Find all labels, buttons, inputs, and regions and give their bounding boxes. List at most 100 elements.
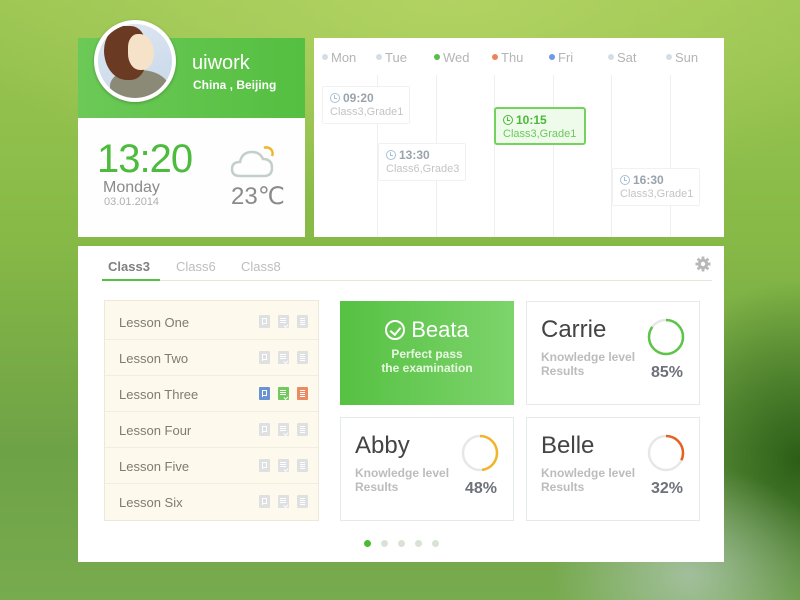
student-percent: 32% <box>651 480 684 497</box>
calendar-event[interactable]: 10:15 Class3,Grade1 <box>494 107 586 145</box>
temperature: 23℃ <box>231 183 285 210</box>
day-dot <box>549 54 555 60</box>
day-header-thu[interactable]: Thu <box>492 50 523 65</box>
pass-card[interactable]: Beata Perfect pass the examination <box>340 301 514 405</box>
list-doc-icon[interactable] <box>297 459 308 472</box>
checked-doc-icon[interactable] <box>278 423 289 436</box>
event-time: 13:30 <box>386 148 465 162</box>
day-label-text: Mon <box>331 50 357 65</box>
pass-description: Perfect pass the examination <box>340 347 514 375</box>
lesson-row[interactable]: Lesson Two <box>105 340 318 376</box>
day-dot <box>322 54 328 60</box>
calendar-event[interactable]: 13:30 Class6,Grade3 <box>378 143 466 181</box>
progress-ring <box>461 434 499 472</box>
student-subtitle: Knowledge level Results <box>541 466 635 494</box>
day-header-tue[interactable]: Tue <box>376 50 407 65</box>
page-dot[interactable] <box>415 540 422 547</box>
day-header-sat[interactable]: Sat <box>608 50 637 65</box>
event-time: 10:15 <box>503 113 584 127</box>
lesson-icons <box>259 459 308 472</box>
day-dot <box>608 54 614 60</box>
lesson-icons <box>259 315 308 328</box>
day-header-mon[interactable]: Mon <box>322 50 356 65</box>
page-dot[interactable] <box>364 540 371 547</box>
pagination <box>364 540 439 547</box>
checked-doc-icon[interactable] <box>278 459 289 472</box>
lesson-icons <box>259 423 308 436</box>
day-dot <box>666 54 672 60</box>
day-dot <box>492 54 498 60</box>
current-day: Monday <box>103 179 160 196</box>
day-label-text: Tue <box>385 50 407 65</box>
checked-doc-icon[interactable] <box>278 315 289 328</box>
tab-class6[interactable]: Class6 <box>176 259 216 274</box>
avatar-image <box>98 24 172 98</box>
lesson-name: Lesson Four <box>119 423 192 438</box>
student-name: Abby <box>355 432 410 459</box>
day-label-text: Wed <box>443 50 470 65</box>
lesson-name: Lesson Three <box>119 387 199 402</box>
day-label-text: Sat <box>617 50 637 65</box>
day-header-fri[interactable]: Fri <box>549 50 573 65</box>
preview-doc-icon[interactable] <box>259 351 270 364</box>
partly-cloudy-icon <box>230 146 274 178</box>
pass-title: Beata <box>385 317 469 343</box>
preview-doc-icon[interactable] <box>259 387 270 400</box>
day-header-wed[interactable]: Wed <box>434 50 470 65</box>
calendar-event[interactable]: 16:30 Class3,Grade1 <box>612 168 700 206</box>
knowledge-label: Knowledge level <box>541 350 636 364</box>
student-card[interactable]: Carrie Knowledge level Results 85% <box>526 301 700 405</box>
pass-line-2: the examination <box>381 361 473 375</box>
day-header-sun[interactable]: Sun <box>666 50 698 65</box>
lesson-row[interactable]: Lesson Three <box>105 376 318 412</box>
results-label: Results <box>541 364 585 378</box>
preview-doc-icon[interactable] <box>259 495 270 508</box>
event-time-text: 13:30 <box>399 148 430 162</box>
progress-ring <box>647 318 685 356</box>
preview-doc-icon[interactable] <box>259 315 270 328</box>
student-card[interactable]: Belle Knowledge level Results 32% <box>526 417 700 521</box>
student-percent: 85% <box>651 364 684 381</box>
preview-doc-icon[interactable] <box>259 423 270 436</box>
clock-icon <box>503 115 513 125</box>
event-class: Class3,Grade1 <box>503 128 577 140</box>
profile-name: uiwork <box>192 52 250 74</box>
check-circle-icon <box>385 320 406 340</box>
page-dot[interactable] <box>381 540 388 547</box>
pass-line-1: Perfect pass <box>391 347 463 361</box>
gear-icon[interactable] <box>695 256 711 272</box>
avatar[interactable] <box>94 20 176 102</box>
page-dot[interactable] <box>432 540 439 547</box>
preview-doc-icon[interactable] <box>259 459 270 472</box>
list-doc-icon[interactable] <box>297 315 308 328</box>
event-time-text: 10:15 <box>516 113 547 127</box>
list-doc-icon[interactable] <box>297 423 308 436</box>
student-name: Carrie <box>541 316 607 343</box>
clock-icon <box>386 150 396 160</box>
list-doc-icon[interactable] <box>297 351 308 364</box>
student-card[interactable]: Abby Knowledge level Results 48% <box>340 417 514 521</box>
lesson-name: Lesson One <box>119 315 190 330</box>
grid-line <box>611 75 612 237</box>
page-dot[interactable] <box>398 540 405 547</box>
event-class: Class3,Grade1 <box>620 188 694 200</box>
lesson-row[interactable]: Lesson Six <box>105 484 318 520</box>
results-label: Results <box>541 480 585 494</box>
event-time: 09:20 <box>330 91 409 105</box>
grid-line <box>494 75 495 237</box>
list-doc-icon[interactable] <box>297 387 308 400</box>
tab-class8[interactable]: Class8 <box>241 259 281 274</box>
checked-doc-icon[interactable] <box>278 351 289 364</box>
pass-student-name: Beata <box>411 317 469 342</box>
calendar-event[interactable]: 09:20 Class3,Grade1 <box>322 86 410 124</box>
checked-doc-icon[interactable] <box>278 387 289 400</box>
results-label: Results <box>355 480 399 494</box>
grid-line <box>670 75 671 237</box>
day-label-text: Fri <box>558 50 574 65</box>
lesson-row[interactable]: Lesson One <box>105 304 318 340</box>
list-doc-icon[interactable] <box>297 495 308 508</box>
tab-class3[interactable]: Class3 <box>108 259 150 274</box>
lesson-row[interactable]: Lesson Five <box>105 448 318 484</box>
checked-doc-icon[interactable] <box>278 495 289 508</box>
lesson-row[interactable]: Lesson Four <box>105 412 318 448</box>
